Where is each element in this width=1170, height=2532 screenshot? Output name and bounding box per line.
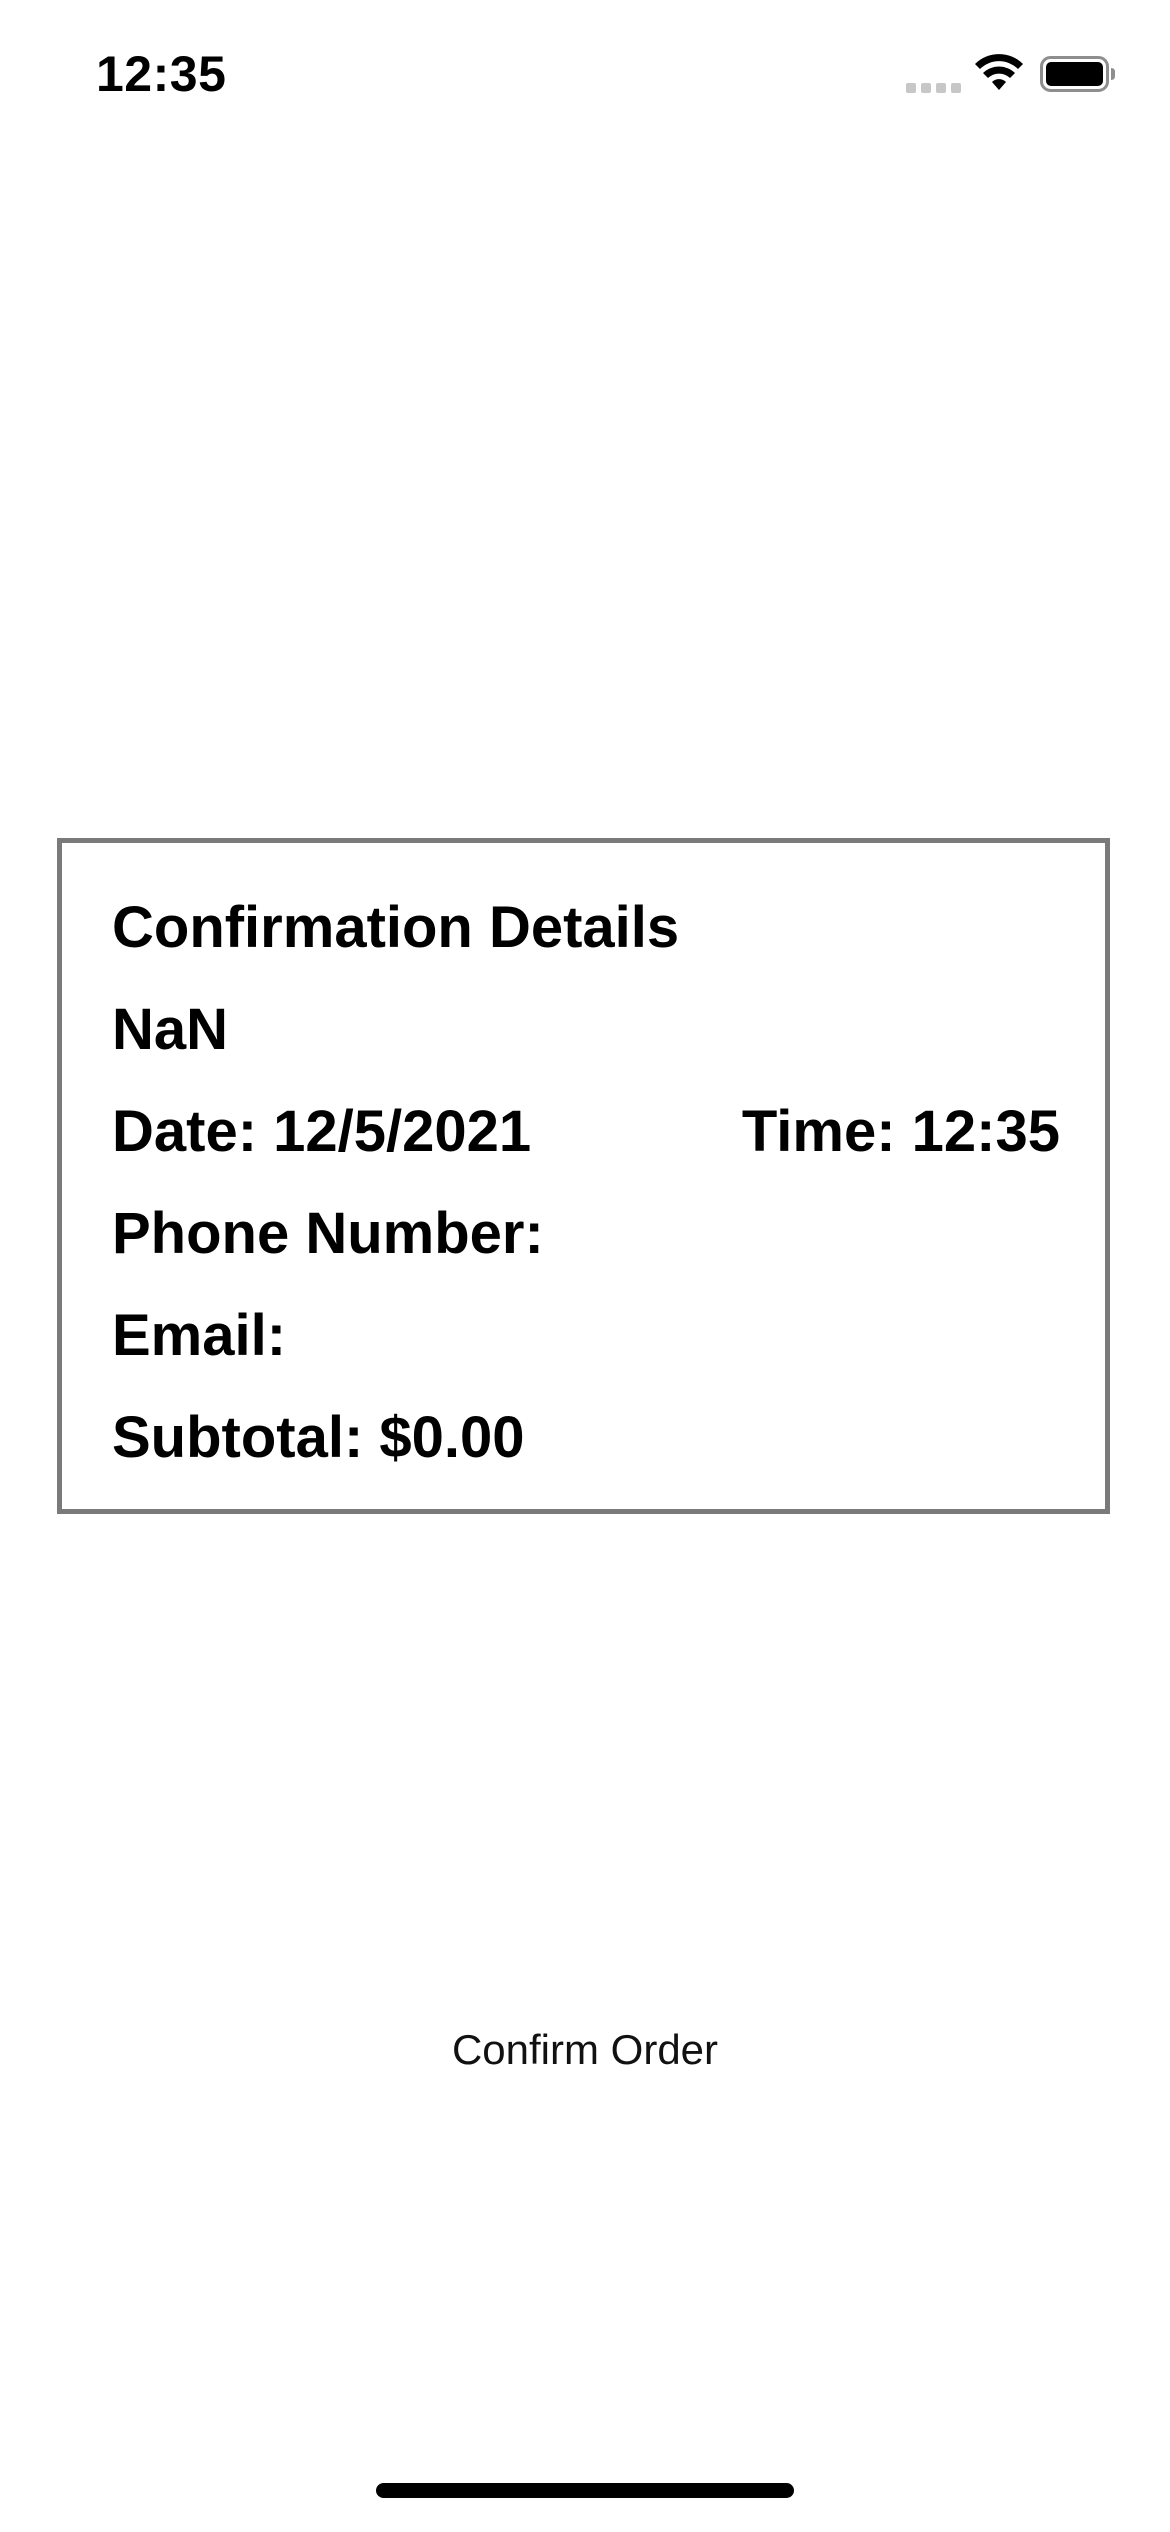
status-time: 12:35 bbox=[96, 46, 227, 102]
phone-number: Phone Number: bbox=[112, 1201, 544, 1266]
status-bar: 12:35 bbox=[0, 0, 1170, 150]
cellular-signal-icon bbox=[906, 83, 961, 93]
email: Email: bbox=[112, 1303, 287, 1368]
wifi-icon bbox=[975, 54, 1023, 90]
home-indicator[interactable] bbox=[376, 2483, 794, 2498]
order-date: Date: 12/5/2021 bbox=[112, 1099, 532, 1164]
battery-icon bbox=[1040, 56, 1115, 92]
customer-name: NaN bbox=[112, 997, 229, 1062]
order-time: Time: 12:35 bbox=[741, 1099, 1060, 1164]
confirmation-card: Confirmation Details NaN Date: 12/5/2021… bbox=[57, 838, 1110, 1514]
subtotal: Subtotal: $0.00 bbox=[112, 1405, 525, 1470]
confirmation-title: Confirmation Details bbox=[112, 895, 680, 960]
confirm-order-button[interactable]: Confirm Order bbox=[385, 2010, 785, 2090]
